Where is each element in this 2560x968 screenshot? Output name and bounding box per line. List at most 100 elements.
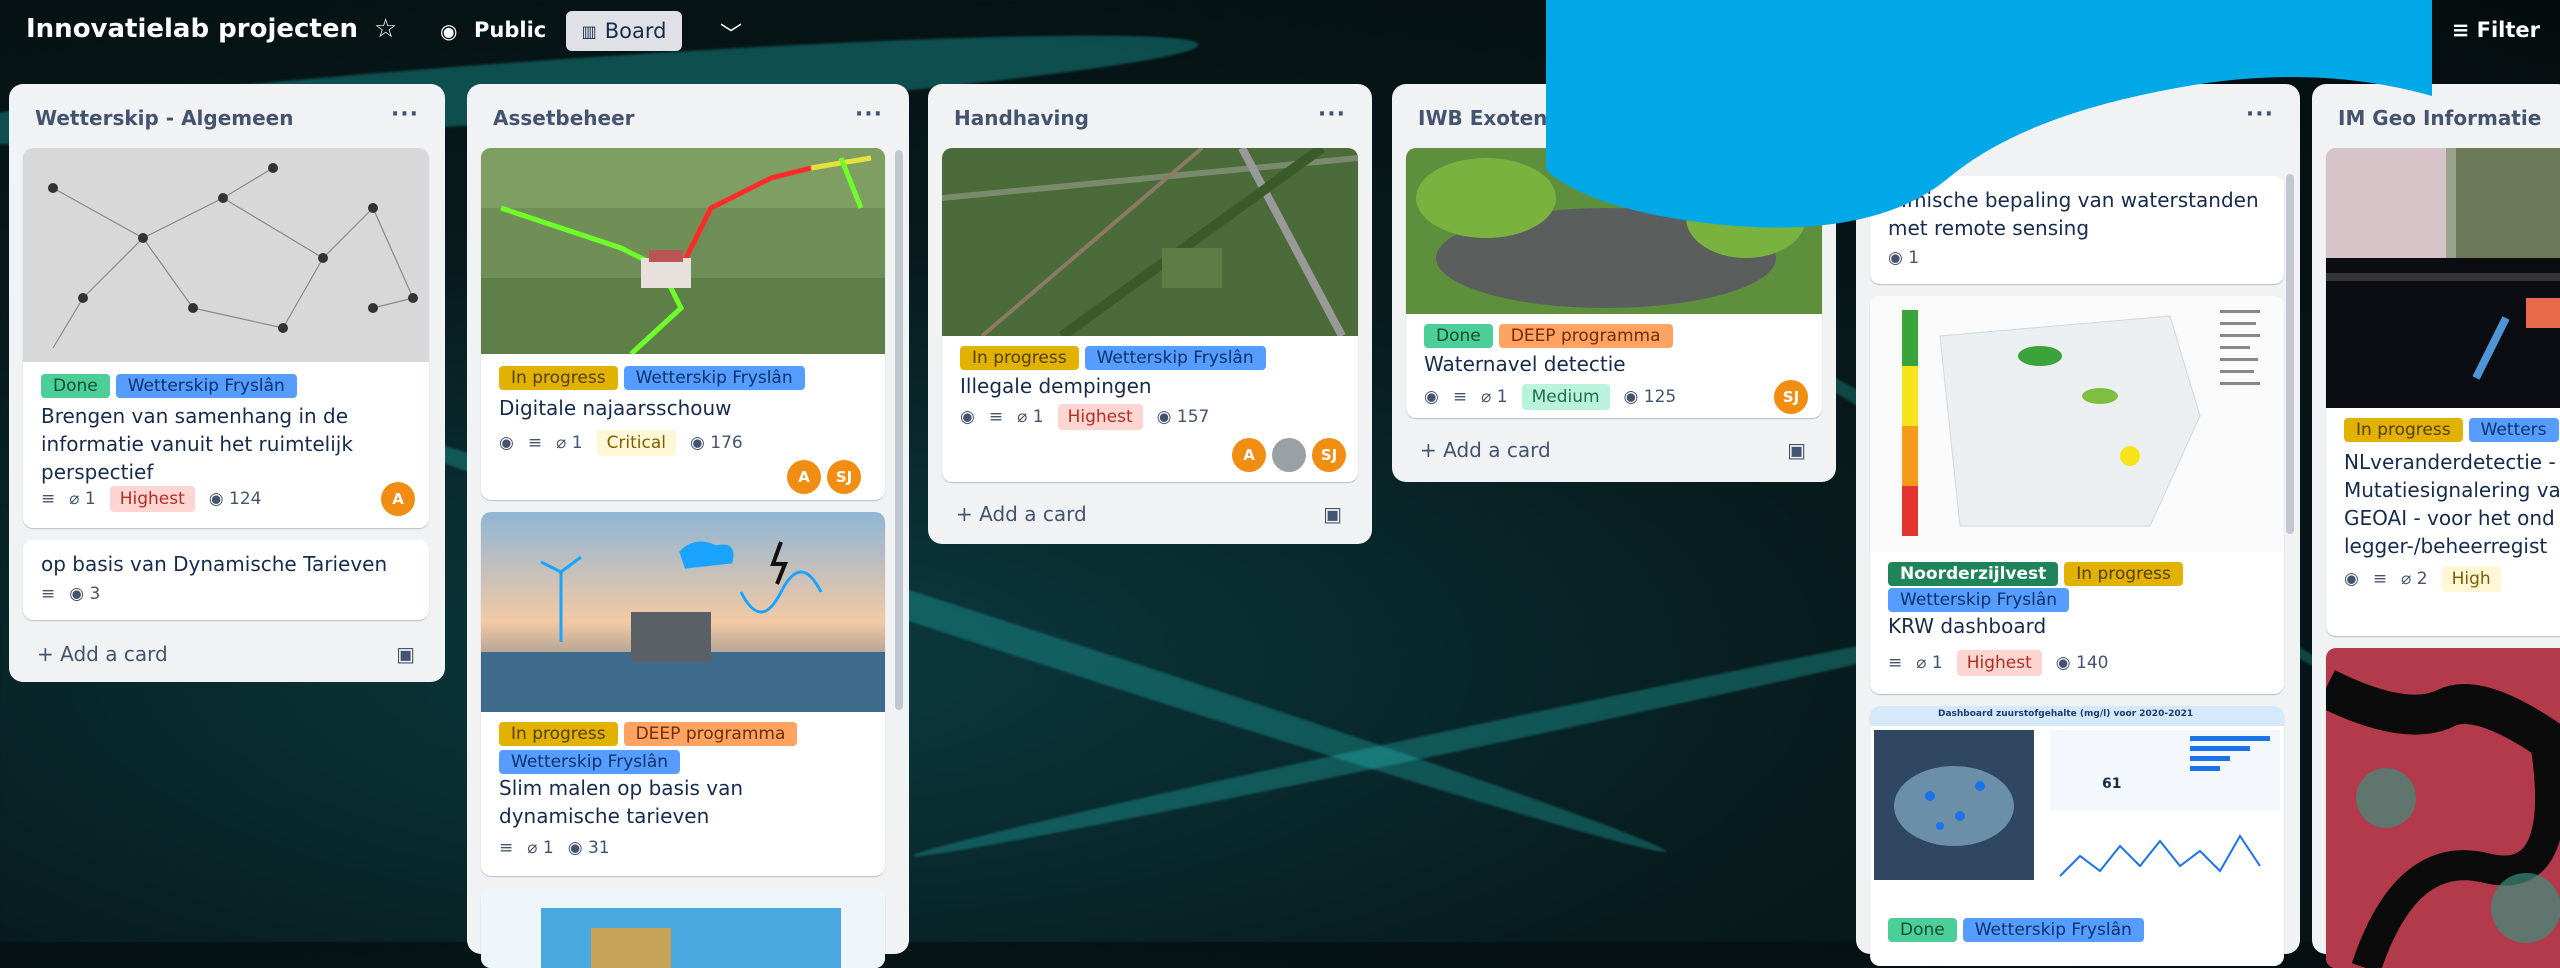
card-badges: ◉ ≡ ⌀ 1 Highest ◉ 157 bbox=[960, 404, 1209, 430]
card-cover-image bbox=[23, 148, 429, 362]
eye-icon: ◉ bbox=[2344, 569, 2359, 589]
card-badges: ◉ ≡ ⌀ 1 Medium ◉ 125 bbox=[1424, 384, 1676, 410]
template-icon[interactable]: ▣ bbox=[1323, 502, 1342, 526]
attachment-icon: ⌀ bbox=[1481, 387, 1497, 407]
card-krw-dashboard[interactable]: Noorderzijlvest In progress Wetterskip Fry… bbox=[1870, 296, 2284, 694]
template-icon[interactable]: ▣ bbox=[396, 642, 415, 666]
card-title: Waternavel detectie bbox=[1424, 352, 1626, 376]
avatar[interactable]: SJ bbox=[1774, 380, 1808, 414]
description-icon: ≡ bbox=[1452, 387, 1468, 407]
chevron-down-icon[interactable]: ﹀ bbox=[720, 17, 742, 49]
priority-badge: Highest bbox=[1057, 404, 1143, 430]
eye-icon: ◉ bbox=[1424, 387, 1439, 407]
eye-icon: ◉ bbox=[499, 433, 514, 453]
visibility-button[interactable]: Public bbox=[474, 18, 546, 42]
card-illegale-dempingen[interactable]: In progress Wetterskip Fryslân Illegale d… bbox=[942, 148, 1358, 482]
avatar[interactable]: SJ bbox=[1312, 438, 1346, 472]
eye-icon: ◉ bbox=[1623, 387, 1644, 407]
add-card-button[interactable]: + Add a card bbox=[1420, 438, 1551, 462]
avatar[interactable]: A bbox=[787, 460, 821, 494]
card-title: Digitale najaarsschouw bbox=[499, 396, 732, 420]
priority-badge: High bbox=[2441, 566, 2501, 592]
template-icon[interactable]: ▣ bbox=[1787, 438, 1806, 462]
view-badge: ◉ 3 bbox=[69, 584, 100, 604]
list-title[interactable]: Assetbeheer bbox=[493, 106, 635, 130]
card-title: op basis van Dynamische Tarieven bbox=[41, 552, 388, 576]
dashboard-stat: 61 bbox=[2102, 776, 2122, 792]
label-in-progress: In progress bbox=[2064, 562, 2183, 586]
view-badge: ◉ 1 bbox=[1888, 248, 1919, 268]
star-icon[interactable]: ☆ bbox=[374, 14, 397, 44]
view-count: 124 bbox=[229, 489, 262, 509]
attachment-icon: ⌀ bbox=[1916, 653, 1932, 673]
attachment-count: 1 bbox=[1032, 407, 1044, 427]
card-slim-malen[interactable]: In progress DEEP programma Wetterskip Frys… bbox=[481, 512, 885, 876]
avatar[interactable]: A bbox=[1232, 438, 1266, 472]
view-badge: ◉ 176 bbox=[690, 433, 743, 453]
card-badges: ≡ ⌀ 1 Highest ◉ 140 bbox=[1888, 650, 2108, 676]
priority-badge: Critical bbox=[596, 430, 677, 456]
card-labels: Done Wetterskip Fryslân bbox=[41, 374, 303, 398]
eye-icon: ◉ bbox=[960, 407, 975, 427]
card-najaarsschouw[interactable]: In progress Wetterskip Fryslân Digitale n… bbox=[481, 148, 885, 500]
label-done: Done bbox=[1424, 324, 1493, 348]
attachment-badge: ⌀ 1 bbox=[1481, 387, 1507, 407]
more-icon[interactable]: ··· bbox=[391, 102, 419, 127]
view-badge: ◉ 125 bbox=[1624, 387, 1677, 407]
add-card-button[interactable]: + Add a card bbox=[37, 642, 168, 666]
description-icon: ≡ bbox=[499, 838, 514, 858]
view-count: 140 bbox=[2076, 653, 2109, 673]
card-title: Illegale dempingen bbox=[960, 374, 1152, 398]
add-card-label: Add a card bbox=[979, 502, 1087, 526]
board-view-button[interactable]: ▥ Board bbox=[566, 11, 682, 51]
card-zuurstof-dashboard[interactable]: Dashboard zuurstofgehalte (mg/l) voor 20… bbox=[1870, 706, 2284, 966]
list-scrollbar[interactable] bbox=[895, 150, 903, 710]
add-card-label: Add a card bbox=[1443, 438, 1551, 462]
more-icon[interactable]: ··· bbox=[855, 102, 883, 127]
board-icon: ▥ bbox=[581, 21, 597, 41]
attachment-icon: ⌀ bbox=[69, 489, 85, 509]
label-in-progress: In progress bbox=[499, 722, 618, 746]
list-wetterskip-algemeen: Wetterskip - Algemeen ··· Done Wetterskip… bbox=[9, 84, 445, 682]
card-badges: ◉ 1 bbox=[1888, 248, 1919, 268]
attachment-count: 1 bbox=[542, 838, 554, 858]
avatar[interactable]: A bbox=[381, 482, 415, 516]
attachment-badge: ⌀ 1 bbox=[1017, 407, 1043, 427]
avatar[interactable]: SJ bbox=[827, 460, 861, 494]
card-cover-image bbox=[481, 512, 885, 712]
card-labels: In progress Wetterskip Fryslân bbox=[960, 346, 1272, 370]
card-title: Slim malen op basis van dynamische tarie… bbox=[499, 776, 744, 828]
attachment-count: 1 bbox=[571, 433, 583, 453]
eye-icon: ◉ bbox=[1888, 248, 1909, 268]
label-noorderzijlvest: Noorderzijlvest bbox=[1888, 562, 2059, 586]
dashboard-header: Dashboard zuurstofgehalte (mg/l) voor 20… bbox=[1938, 709, 2194, 719]
list-title[interactable]: Handhaving bbox=[954, 106, 1089, 130]
blue-overlay-shape bbox=[1546, 0, 2432, 228]
filter-button[interactable]: ≡ Filter bbox=[2452, 18, 2540, 42]
view-badge: ◉ 31 bbox=[568, 838, 610, 858]
card-labels: Noorderzijlvest In progress Wetterskip Fry… bbox=[1888, 562, 2268, 612]
label-in-progress: In progress bbox=[2344, 418, 2463, 442]
more-icon[interactable]: ··· bbox=[1318, 102, 1346, 127]
card-partial[interactable] bbox=[481, 888, 885, 968]
globe-icon: ◉ bbox=[440, 19, 458, 43]
card-badges: ≡ ⌀ 1 ◉ 31 bbox=[499, 838, 610, 858]
list-title[interactable]: Wetterskip - Algemeen bbox=[35, 106, 294, 130]
card-satellite[interactable] bbox=[2326, 648, 2560, 968]
card-dynamische-tarieven[interactable]: op basis van Dynamische Tarieven ≡ ◉ 3 bbox=[23, 540, 429, 620]
view-count: 176 bbox=[710, 433, 743, 453]
card-samenhang[interactable]: Done Wetterskip Fryslân Brengen van samen… bbox=[23, 148, 429, 528]
view-count: 125 bbox=[1643, 387, 1677, 407]
card-labels: In progress DEEP programma Wetterskip Frys… bbox=[499, 722, 869, 774]
description-icon: ≡ bbox=[2372, 569, 2388, 589]
card-badges: ≡ ⌀ 1 Highest ◉ 124 bbox=[41, 486, 261, 512]
attachment-badge: ⌀ 1 bbox=[527, 838, 553, 858]
card-badges: ◉ ≡ ⌀ 2 High bbox=[2344, 566, 2501, 592]
attachment-icon: ⌀ bbox=[2401, 569, 2417, 589]
card-title: Brengen van samenhang in de informatie v… bbox=[41, 404, 353, 484]
add-card-button[interactable]: + Add a card bbox=[956, 502, 1087, 526]
attachment-count: 1 bbox=[1496, 387, 1508, 407]
avatar-photo[interactable] bbox=[1272, 438, 1306, 472]
list-title[interactable]: IWB Exotenb bbox=[1418, 106, 1562, 130]
board-title[interactable]: Innovatielab projecten bbox=[26, 14, 358, 44]
